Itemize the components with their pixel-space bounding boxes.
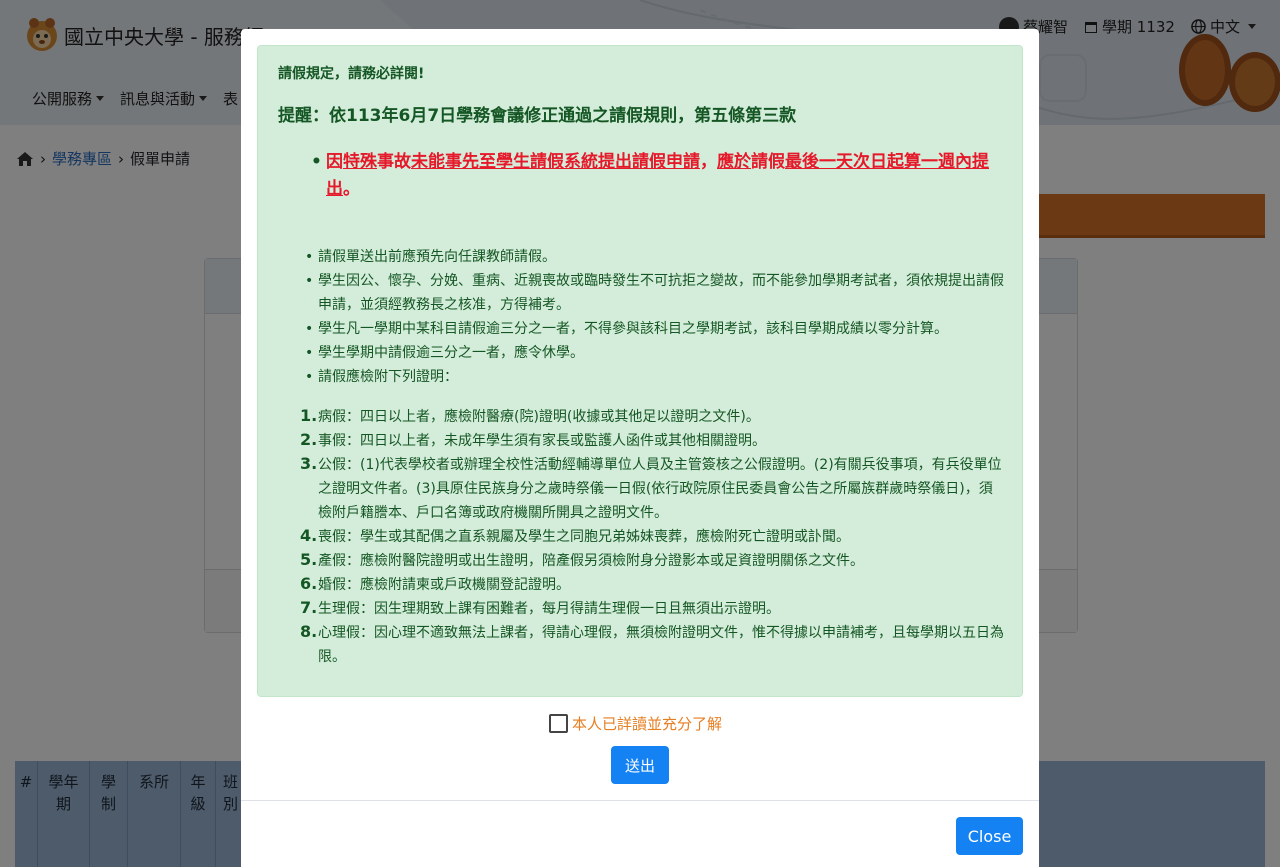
bullet-icon: •: [305, 273, 314, 289]
list-number: 4.: [300, 526, 318, 545]
list-item: 6. 婚假：應檢附請柬或戶政機關登記證明。: [300, 573, 1004, 597]
submit-button[interactable]: 送出: [611, 746, 669, 784]
checkbox-box[interactable]: [549, 714, 568, 733]
list-item: • 學生學期中請假逾三分之一者，應令休學。: [305, 341, 1004, 365]
notice-reminder: 提醒：依113年6月7日學務會議修正通過之請假規則，第五條第三款: [278, 106, 797, 126]
acknowledge-label: 本人已詳讀並充分了解: [572, 715, 723, 733]
certificate-text: 心理假：因心理不適致無法上課者，得請心理假，無須檢附證明文件，惟不得據以申請補考…: [318, 625, 1004, 665]
list-number: 2.: [300, 430, 318, 449]
key-rule-text: 因: [326, 152, 343, 172]
rules-list: • 請假單送出前應預先向任課教師請假。 • 學生因公、懷孕、分娩、重病、近親喪故或臨…: [305, 245, 1004, 389]
certificate-text: 病假：四日以上者，應檢附醫療(院)證明(收據或其他足以證明之文件)。: [318, 409, 760, 425]
list-number: 5.: [300, 550, 318, 569]
list-item: 3. 公假：(1)代表學校者或辦理全校性活動經輔導單位人員及主管簽核之公假證明。(…: [300, 453, 1004, 525]
rule-text: 學生因公、懷孕、分娩、重病、近親喪故或臨時發生不可抗拒之變故，而不能參加學期考試…: [318, 273, 1004, 313]
list-item: 2. 事假：四日以上者，未成年學生須有家長或監護人函件或其他相關證明。: [300, 429, 1004, 453]
rule-text: 請假應檢附下列證明：: [318, 369, 458, 385]
list-item: • 學生凡一學期中某科目請假逾三分之一者，不得參與該科目之學期考試，該科目學期成績…: [305, 317, 1004, 341]
list-item: • 學生因公、懷孕、分娩、重病、近親喪故或臨時發生不可抗拒之變故，而不能參加學期考…: [305, 269, 1004, 317]
rule-text: 請假單送出前應預先向任課教師請假。: [318, 249, 556, 265]
bullet-icon: •: [305, 321, 314, 337]
bullet-icon: •: [305, 345, 314, 361]
list-item: 4. 喪假：學生或其配偶之直系親屬及學生之同胞兄弟姊妹喪葬，應檢附死亡證明或訃聞。: [300, 525, 1004, 549]
list-item: • 請假單送出前應預先向任課教師請假。: [305, 245, 1004, 269]
rule-text: 學生凡一學期中某科目請假逾三分之一者，不得參與該科目之學期考試，該科目學期成績以…: [318, 321, 948, 337]
key-rule-text: 。: [343, 179, 360, 199]
bullet-icon: •: [311, 152, 322, 172]
acknowledge-checkbox[interactable]: 本人已詳讀並充分了解: [549, 713, 722, 734]
notice-heading: 請假規定，請務必詳閱!: [278, 66, 425, 82]
rule-text: 學生學期中請假逾三分之一者，應令休學。: [318, 345, 584, 361]
list-item: 5. 產假：應檢附醫院證明或出生證明，陪產假另須檢附身分證影本或足資證明關係之文件…: [300, 549, 1004, 573]
key-rule-text: ，: [700, 152, 717, 172]
modal-footer: Close: [241, 800, 1039, 867]
list-number: 3.: [300, 454, 318, 473]
list-item: 8. 心理假：因心理不適致無法上課者，得請心理假，無須檢附證明文件，惟不得據以申請…: [300, 621, 1004, 669]
key-rule: • 因特殊事故未能事先至學生請假系統提出請假申請，應於請假最後一天次日起算一週內提…: [311, 149, 1002, 203]
list-number: 7.: [300, 598, 318, 617]
bullet-icon: •: [305, 369, 314, 385]
certificate-text: 生理假：因生理期致上課有困難者，每月得請生理假一日且無須出示證明。: [318, 601, 780, 617]
certificate-text: 產假：應檢附醫院證明或出生證明，陪產假另須檢附身分證影本或足資證明關係之文件。: [318, 553, 864, 569]
leave-rules-notice: 請假規定，請務必詳閱! 提醒：依113年6月7日學務會議修正通過之請假規則，第五…: [257, 45, 1023, 697]
certificate-text: 喪假：學生或其配偶之直系親屬及學生之同胞兄弟姊妹喪葬，應檢附死亡證明或訃聞。: [318, 529, 850, 545]
list-number: 1.: [300, 406, 318, 425]
leave-rules-modal: 請假規定，請務必詳閱! 提醒：依113年6月7日學務會議修正通過之請假規則，第五…: [241, 29, 1039, 867]
certificate-text: 婚假：應檢附請柬或戶政機關登記證明。: [318, 577, 570, 593]
certificate-text: 公假：(1)代表學校者或辦理全校性活動經輔導單位人員及主管簽核之公假證明。(2)…: [318, 457, 1002, 521]
certificate-text: 事假：四日以上者，未成年學生須有家長或監護人函件或其他相關證明。: [318, 433, 766, 449]
key-rule-text: 請假: [751, 152, 785, 172]
key-rule-text: 應於: [717, 152, 751, 172]
key-rule-text: 特殊: [343, 152, 377, 172]
list-item: 1. 病假：四日以上者，應檢附醫療(院)證明(收據或其他足以證明之文件)。: [300, 405, 1004, 429]
list-number: 8.: [300, 622, 318, 641]
list-item: 7. 生理假：因生理期致上課有困難者，每月得請生理假一日且無須出示證明。: [300, 597, 1004, 621]
key-rule-text: 未能事先至學生請假系統提出請假申請: [411, 152, 700, 172]
list-item: • 請假應檢附下列證明：: [305, 365, 1004, 389]
bullet-icon: •: [305, 249, 314, 265]
key-rule-text: 事故: [377, 152, 411, 172]
list-number: 6.: [300, 574, 318, 593]
certificates-list: 1. 病假：四日以上者，應檢附醫療(院)證明(收據或其他足以證明之文件)。 2. 事…: [300, 405, 1004, 669]
close-button[interactable]: Close: [956, 817, 1023, 855]
